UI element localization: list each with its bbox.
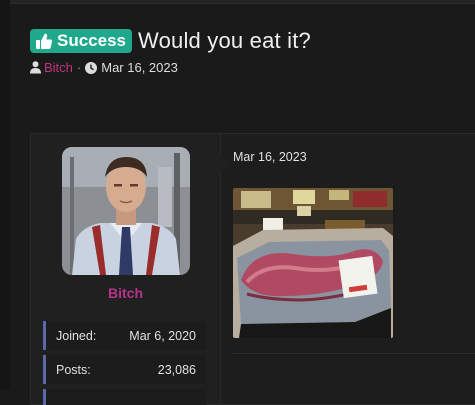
post-card: Bitch Joined: Mar 6, 2020 Posts: 23,086 … <box>30 133 475 405</box>
prefix-label: Success <box>57 31 126 50</box>
stat-posts: Posts: 23,086 <box>43 355 206 384</box>
avatar-image <box>62 147 190 275</box>
stat-label: Joined: <box>56 328 97 343</box>
thread-title-row: Success Would you eat it? <box>30 27 311 55</box>
thumbs-up-icon <box>36 33 53 49</box>
post-divider <box>233 353 475 354</box>
stat-value[interactable]: 23,086 <box>158 363 196 377</box>
stat-next <box>43 389 206 405</box>
post-user-column: Bitch Joined: Mar 6, 2020 Posts: 23,086 <box>31 134 221 405</box>
post-image-graphic <box>233 188 393 338</box>
user-icon <box>30 61 41 74</box>
meta-separator: · <box>76 60 82 75</box>
thread-title: Would you eat it? <box>138 28 311 53</box>
stat-value: Mar 6, 2020 <box>129 328 196 343</box>
post-date-link[interactable]: Mar 16, 2023 <box>233 150 307 164</box>
left-gutter <box>0 0 10 390</box>
thread-header: Success Would you eat it? Bitch · Mar 16… <box>30 27 311 75</box>
avatar[interactable] <box>62 147 190 275</box>
top-strip <box>0 0 475 4</box>
post-arrow <box>220 154 229 172</box>
post-image[interactable] <box>233 188 393 338</box>
stat-joined: Joined: Mar 6, 2020 <box>43 321 206 350</box>
clock-icon <box>85 61 98 74</box>
thread-date-link[interactable]: Mar 16, 2023 <box>101 60 178 75</box>
stat-label: Posts: <box>56 362 91 377</box>
prefix-badge[interactable]: Success <box>30 29 132 53</box>
thread-author-link[interactable]: Bitch <box>44 60 73 75</box>
thread-meta: Bitch · Mar 16, 2023 <box>30 60 311 75</box>
post-username[interactable]: Bitch <box>31 285 220 301</box>
